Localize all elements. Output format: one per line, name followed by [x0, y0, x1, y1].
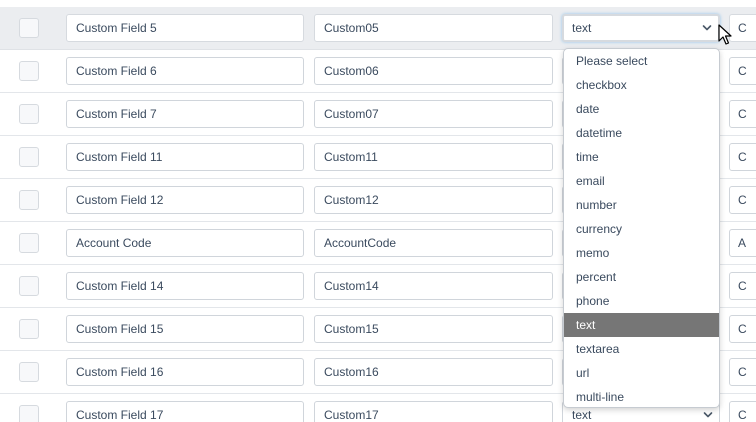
field-type-dropdown-list: Please select checkbox date datetime time ema… — [563, 48, 720, 408]
field-extra-input[interactable]: C — [729, 143, 756, 171]
row-checkbox[interactable] — [19, 18, 39, 38]
chevron-down-icon — [702, 23, 712, 33]
field-code-input[interactable]: Custom07 — [314, 100, 553, 128]
dropdown-option[interactable]: time — [564, 145, 719, 169]
field-extra-input[interactable]: C — [729, 315, 756, 343]
row-checkbox[interactable] — [19, 104, 39, 124]
field-name-input[interactable]: Account Code — [66, 229, 304, 257]
field-extra-input[interactable]: C — [729, 358, 756, 386]
field-code-input[interactable]: Custom11 — [314, 143, 553, 171]
dropdown-option[interactable]: memo — [564, 241, 719, 265]
field-extra-input[interactable]: C — [729, 14, 756, 42]
dropdown-option[interactable]: datetime — [564, 121, 719, 145]
field-type-value: text — [572, 21, 592, 35]
field-extra-input[interactable]: C — [729, 100, 756, 128]
field-name-input[interactable]: Custom Field 5 — [66, 14, 304, 42]
field-extra-input[interactable]: A — [729, 229, 756, 257]
field-name-input[interactable]: Custom Field 12 — [66, 186, 304, 214]
field-code-input[interactable]: Custom16 — [314, 358, 553, 386]
row-checkbox[interactable] — [19, 276, 39, 296]
dropdown-option[interactable]: number — [564, 193, 719, 217]
field-extra-input[interactable]: C — [729, 57, 756, 85]
field-extra-input[interactable]: C — [729, 186, 756, 214]
field-name-input[interactable]: Custom Field 17 — [66, 401, 304, 422]
field-code-input[interactable]: Custom14 — [314, 272, 553, 300]
dropdown-option[interactable]: currency — [564, 217, 719, 241]
table-row: Custom Field 5 Custom05 text C — [0, 7, 756, 50]
dropdown-option[interactable]: Please select — [564, 49, 719, 73]
dropdown-option[interactable]: url — [564, 361, 719, 385]
field-code-input[interactable]: Custom17 — [314, 401, 553, 422]
field-extra-input[interactable]: C — [729, 272, 756, 300]
row-checkbox[interactable] — [19, 362, 39, 382]
field-name-input[interactable]: Custom Field 14 — [66, 272, 304, 300]
dropdown-option[interactable]: checkbox — [564, 73, 719, 97]
field-name-input[interactable]: Custom Field 16 — [66, 358, 304, 386]
dropdown-option[interactable]: phone — [564, 289, 719, 313]
chevron-down-icon — [703, 410, 713, 420]
dropdown-option[interactable]: text — [564, 313, 719, 337]
row-checkbox[interactable] — [19, 319, 39, 339]
dropdown-option[interactable]: date — [564, 97, 719, 121]
field-code-input[interactable]: Custom05 — [314, 14, 553, 42]
row-checkbox[interactable] — [19, 190, 39, 210]
dropdown-option[interactable]: email — [564, 169, 719, 193]
dropdown-option[interactable]: textarea — [564, 337, 719, 361]
dropdown-option[interactable]: multi-line — [564, 385, 719, 407]
field-code-input[interactable]: Custom15 — [314, 315, 553, 343]
dropdown-option[interactable]: percent — [564, 265, 719, 289]
field-name-input[interactable]: Custom Field 15 — [66, 315, 304, 343]
mouse-pointer-icon — [718, 24, 732, 45]
field-name-input[interactable]: Custom Field 6 — [66, 57, 304, 85]
field-code-input[interactable]: Custom06 — [314, 57, 553, 85]
field-extra-input[interactable]: C — [729, 401, 756, 422]
field-type-value: text — [572, 408, 592, 422]
field-name-input[interactable]: Custom Field 7 — [66, 100, 304, 128]
row-checkbox[interactable] — [19, 405, 39, 422]
row-checkbox[interactable] — [19, 233, 39, 253]
row-checkbox[interactable] — [19, 147, 39, 167]
field-name-input[interactable]: Custom Field 11 — [66, 143, 304, 171]
field-code-input[interactable]: Custom12 — [314, 186, 553, 214]
field-code-input[interactable]: AccountCode — [314, 229, 553, 257]
field-type-select[interactable]: text — [562, 14, 720, 42]
row-checkbox[interactable] — [19, 61, 39, 81]
